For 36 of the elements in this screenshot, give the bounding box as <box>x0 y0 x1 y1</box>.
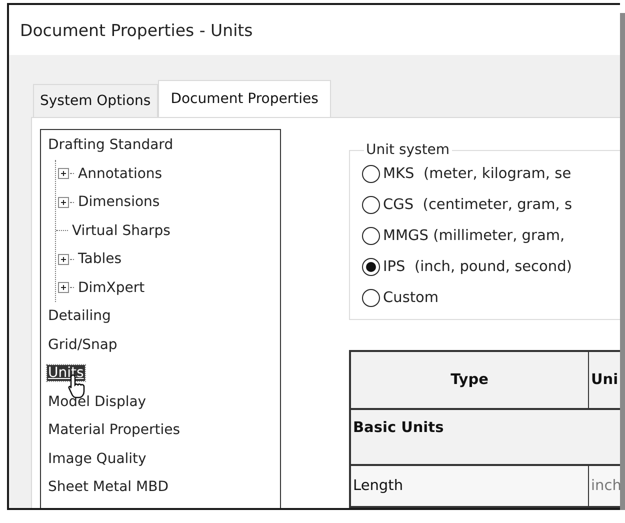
radio-button[interactable] <box>362 288 380 306</box>
table-cell-text: inch <box>590 477 620 496</box>
radio-label: MMGS (millimeter, gram, <box>383 228 565 244</box>
tree-item[interactable]: Units <box>47 365 85 382</box>
expand-icon[interactable] <box>58 168 69 180</box>
tree-item[interactable]: Tables <box>77 251 122 268</box>
radio-button[interactable] <box>362 164 380 182</box>
expand-icon[interactable] <box>58 282 69 294</box>
tree-item[interactable]: Grid/Snap <box>47 336 118 353</box>
radio-label: IPS (inch, pound, second) <box>383 258 572 274</box>
tree-item[interactable]: Dimensions <box>77 194 161 210</box>
radio-label: CGS (centimeter, gram, s <box>383 196 572 212</box>
window-title: Document Properties - Units <box>20 20 253 40</box>
tree-item[interactable]: Detailing <box>47 308 112 324</box>
radio-button[interactable] <box>362 258 380 276</box>
tree-item[interactable]: DimXpert <box>77 280 146 296</box>
section-cell-text: Basic Units <box>352 419 445 438</box>
tree-item[interactable]: Model Display <box>47 394 148 410</box>
tab[interactable]: Document Properties <box>158 80 332 117</box>
radio-label: Custom <box>383 290 439 306</box>
radio-button[interactable] <box>362 196 380 214</box>
tree-item[interactable]: Virtual Sharps <box>71 222 172 239</box>
tree-item[interactable]: Material Properties <box>47 422 182 438</box>
tree-item[interactable]: Drafting Standard <box>47 137 174 154</box>
tab[interactable]: System Options <box>33 84 158 117</box>
table-cell: Length <box>351 466 589 506</box>
radio-label: MKS (meter, kilogram, se <box>383 166 572 182</box>
radio-button[interactable] <box>362 226 380 244</box>
tree-item[interactable]: Image Quality <box>47 450 148 467</box>
expand-icon[interactable] <box>58 254 69 265</box>
tree-item[interactable]: Sheet Metal MBD <box>47 479 170 496</box>
column-header: Uni <box>590 371 620 390</box>
column-header: Type <box>351 352 589 408</box>
tree-item[interactable]: Annotations <box>77 166 164 182</box>
group-legend: Unit system <box>364 142 452 158</box>
expand-icon[interactable] <box>58 196 69 208</box>
